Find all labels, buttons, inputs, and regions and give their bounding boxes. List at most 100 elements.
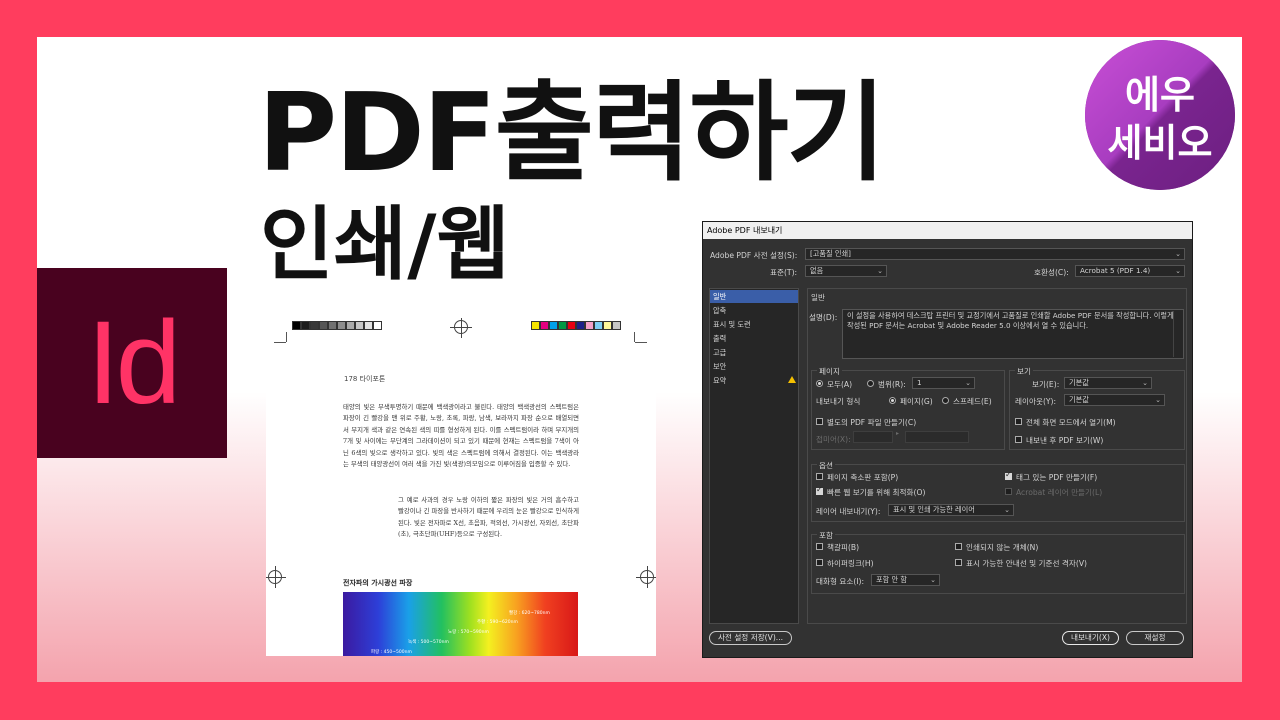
standard-select[interactable]: 없음 ⌄ xyxy=(805,265,887,277)
nav-item-security[interactable]: 보안 xyxy=(710,360,798,373)
category-list: 일반 압축 표시 및 도련 출력 고급 보안 요약 xyxy=(709,288,799,624)
nonprinting-label: 인쇄되지 않는 개체(N) xyxy=(966,543,1039,552)
suffix-input[interactable] xyxy=(853,431,893,443)
crop-mark xyxy=(274,342,286,343)
colorbar-swatch xyxy=(567,321,576,330)
view-select[interactable]: 기본값 ⌄ xyxy=(1064,377,1152,389)
bookmarks-checkbox[interactable] xyxy=(816,543,823,550)
brand-line-2: 세비오 xyxy=(1107,121,1213,165)
layout-value: 기본값 xyxy=(1069,395,1089,404)
nav-item-marks-bleeds[interactable]: 표시 및 도련 xyxy=(710,318,798,331)
tagged-pdf-label: 태그 있는 PDF 만들기(F) xyxy=(1016,473,1098,482)
spectrum-label: 녹색 : 500~570nm xyxy=(408,640,449,645)
colorbar-swatch xyxy=(364,321,373,330)
dialog-title: Adobe PDF 내보내기 xyxy=(703,222,1192,239)
export-pages-radio[interactable] xyxy=(889,397,896,404)
pages-title: 페이지 xyxy=(817,366,842,377)
colorbar-swatch xyxy=(292,321,301,330)
document-preview: 178 타이포톤 태양의 빛은 무색투명하기 때문에 백색광이라고 불린다. 태… xyxy=(266,318,656,656)
embed-thumbnails-checkbox[interactable] xyxy=(816,473,823,480)
pages-range-value: 1 xyxy=(917,378,922,387)
guides-grids-label: 표시 가능한 안내선 및 기준선 격자(V) xyxy=(966,559,1087,568)
hyperlinks-checkbox[interactable] xyxy=(816,559,823,566)
bookmarks-label: 책갈피(B) xyxy=(827,543,860,552)
compat-label: 호환성(C): xyxy=(1034,268,1069,277)
indesign-logo-text: Id xyxy=(86,297,181,429)
pages-all-radio[interactable] xyxy=(816,380,823,387)
standard-value: 없음 xyxy=(810,266,824,275)
nav-item-compression[interactable]: 압축 xyxy=(710,304,798,317)
chevron-down-icon: ⌄ xyxy=(930,576,936,584)
chevron-down-icon: ⌄ xyxy=(1155,396,1161,404)
gray-colorbar xyxy=(292,321,382,330)
colorbar-swatch xyxy=(585,321,594,330)
nav-item-advanced[interactable]: 고급 xyxy=(710,346,798,359)
colorbar-swatch xyxy=(310,321,319,330)
export-pages-label: 페이지(G) xyxy=(900,397,933,406)
description-scrollbar[interactable] xyxy=(1173,311,1182,357)
view-title: 보기 xyxy=(1015,366,1033,377)
nav-item-summary[interactable]: 요약 xyxy=(710,374,798,387)
spectrum-title: 전자파의 가시광선 파장 xyxy=(343,579,413,587)
warning-icon xyxy=(788,376,796,383)
fast-web-checkbox[interactable] xyxy=(816,485,823,495)
view-value: 기본값 xyxy=(1069,378,1089,387)
pages-range-radio[interactable] xyxy=(867,380,874,387)
acrobat-layers-label: Acrobat 레이어 만들기(L) xyxy=(1016,488,1103,497)
fullscreen-checkbox[interactable] xyxy=(1015,418,1022,425)
crop-mark xyxy=(634,332,635,342)
view-after-export-checkbox[interactable] xyxy=(1015,436,1022,443)
description-textarea[interactable]: 이 설정을 사용하여 데스크탑 프린터 및 교정기에서 고품질로 인쇄할 Ado… xyxy=(842,309,1184,359)
colorbar-swatch xyxy=(337,321,346,330)
interactive-value: 포함 안 함 xyxy=(876,575,908,584)
layout-label: 레이아웃(Y): xyxy=(1015,397,1057,406)
chevron-down-icon: ⌄ xyxy=(1175,267,1181,275)
pdf-export-dialog: Adobe PDF 내보내기 Adobe PDF 사전 설정(S): [고품질 … xyxy=(702,221,1193,658)
export-layers-value: 표시 및 인쇄 가능한 레이어 xyxy=(893,505,975,514)
export-button[interactable]: 내보내기(X) xyxy=(1062,631,1119,645)
interactive-select[interactable]: 포함 안 함 ⌄ xyxy=(871,574,940,586)
chevron-down-icon: ⌄ xyxy=(965,379,971,387)
export-spreads-radio[interactable] xyxy=(942,397,949,404)
spectrum-label: 파랑 : 450~500nm xyxy=(371,650,412,655)
colorbar-swatch xyxy=(328,321,337,330)
preset-select[interactable]: [고품질 인쇄] ⌄ xyxy=(805,248,1185,260)
colorbar-swatch xyxy=(540,321,549,330)
guides-grids-checkbox[interactable] xyxy=(955,559,962,566)
compat-value: Acrobat 5 (PDF 1.4) xyxy=(1080,266,1151,275)
save-preset-button[interactable]: 사전 설정 저장(V)... xyxy=(709,631,792,645)
hero-subtitle: 인쇄/웹 xyxy=(260,198,511,291)
tagged-pdf-checkbox[interactable] xyxy=(1005,470,1012,480)
nonprinting-checkbox[interactable] xyxy=(955,543,962,550)
chevron-down-icon: ⌄ xyxy=(1175,250,1181,258)
description-text: 이 설정을 사용하여 데스크탑 프린터 및 교정기에서 고품질로 인쇄할 Ado… xyxy=(847,311,1174,330)
interactive-label: 대화형 요소(I): xyxy=(816,577,865,586)
compat-select[interactable]: Acrobat 5 (PDF 1.4) ⌄ xyxy=(1075,265,1185,277)
separate-pdf-checkbox[interactable] xyxy=(816,418,823,425)
pages-all-label: 모두(A) xyxy=(827,380,853,389)
colorbar-swatch xyxy=(531,321,540,330)
acrobat-layers-checkbox[interactable] xyxy=(1005,488,1012,495)
nav-item-output[interactable]: 출력 xyxy=(710,332,798,345)
export-layers-select[interactable]: 표시 및 인쇄 가능한 레이어 ⌄ xyxy=(888,504,1014,516)
nav-item-general[interactable]: 일반 xyxy=(710,290,798,303)
reset-button[interactable]: 재설정 xyxy=(1126,631,1184,645)
colorbar-swatch xyxy=(301,321,310,330)
view-after-export-label: 내보낸 후 PDF 보기(W) xyxy=(1026,436,1104,445)
export-as-label: 내보내기 형식 xyxy=(816,397,861,406)
separate-pdf-label: 별도의 PDF 파일 만들기(C) xyxy=(827,418,917,427)
chevron-down-icon: ⌄ xyxy=(877,267,883,275)
export-layers-label: 레이어 내보내기(Y): xyxy=(816,507,881,516)
layout-select[interactable]: 기본값 ⌄ xyxy=(1064,394,1165,406)
colorbar-swatch xyxy=(603,321,612,330)
hyperlinks-label: 하이퍼링크(H) xyxy=(827,559,874,568)
colorbar-swatch xyxy=(549,321,558,330)
pages-range-input[interactable]: 1 ⌄ xyxy=(912,377,975,389)
spectrum-label: 주황 : 590~620nm xyxy=(477,620,518,625)
options-title: 옵션 xyxy=(817,460,835,471)
colorbar-swatch xyxy=(594,321,603,330)
suffix-label: 접미어(X): xyxy=(816,435,851,444)
crop-mark xyxy=(635,342,647,343)
suffix-token-select[interactable] xyxy=(905,431,969,443)
section-title: 일반 xyxy=(811,293,825,302)
